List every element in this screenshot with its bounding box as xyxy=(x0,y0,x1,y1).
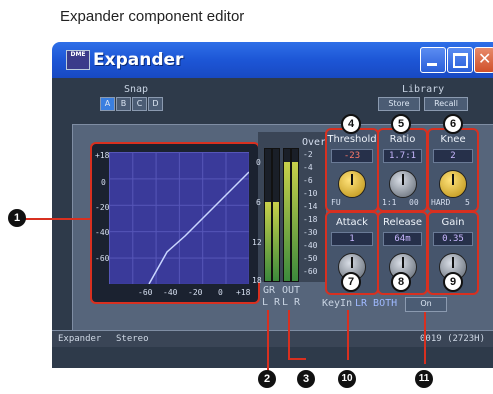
ratio-max-label: 00 xyxy=(409,198,419,207)
gr-lr-label: L R xyxy=(262,297,281,308)
callout-leader xyxy=(288,310,290,360)
ratio-knob[interactable] xyxy=(389,170,417,198)
knee-label: Knee xyxy=(440,134,466,145)
callout-leader xyxy=(424,312,426,364)
callout-2: 2 xyxy=(258,370,276,388)
callout-leader xyxy=(267,310,269,372)
graph-y-tick: 0 xyxy=(101,178,106,187)
callout-3: 3 xyxy=(297,370,315,388)
callout-4: 4 xyxy=(341,114,361,134)
transfer-curve-graph[interactable] xyxy=(109,152,249,284)
attack-label: Attack xyxy=(336,217,368,228)
snap-button-b[interactable]: B xyxy=(116,97,131,111)
threshold-knob[interactable] xyxy=(338,170,366,198)
graph-x-tick: 0 xyxy=(218,288,223,297)
knee-control: Knee 2 HARD 5 xyxy=(427,128,479,212)
threshold-label: Threshold xyxy=(327,134,377,145)
graph-x-tick: +18 xyxy=(236,288,251,297)
snap-label: Snap xyxy=(124,84,149,95)
snap-button-a[interactable]: A xyxy=(100,97,115,111)
threshold-min-label: FU xyxy=(331,198,341,207)
callout-9: 9 xyxy=(443,272,463,292)
callout-7: 7 xyxy=(341,272,361,292)
figure-caption: Expander component editor xyxy=(60,8,245,25)
out-scale-tick: -50 xyxy=(303,254,318,263)
app-logo-icon: DME xyxy=(66,50,90,70)
graph-y-tick: -40 xyxy=(95,228,110,237)
out-scale-tick: -60 xyxy=(303,267,318,276)
status-component: Expander xyxy=(58,334,102,344)
knee-max-label: 5 xyxy=(465,198,470,207)
ratio-label: Ratio xyxy=(389,134,416,145)
maximize-icon xyxy=(453,53,468,68)
out-lr-label: L R xyxy=(282,297,301,308)
gr-meter-l xyxy=(264,148,272,282)
maximize-button[interactable] xyxy=(447,47,473,73)
snap-button-d[interactable]: D xyxy=(148,97,163,111)
gr-label: GR xyxy=(263,285,276,296)
callout-5: 5 xyxy=(391,114,411,134)
gr-meter-r xyxy=(272,148,280,282)
graph-y-tick: -20 xyxy=(95,203,110,212)
callout-11: 11 xyxy=(415,370,433,388)
out-scale-tick: -40 xyxy=(303,241,318,250)
status-address: 0019 (2723H) xyxy=(420,334,486,344)
graph-x-tick: -40 xyxy=(163,288,178,297)
close-icon: ✕ xyxy=(478,49,492,68)
callout-leader xyxy=(18,218,90,220)
graph-x-tick: -20 xyxy=(188,288,203,297)
ratio-min-label: 1:1 xyxy=(382,198,397,207)
graph-y-tick: +18 xyxy=(95,151,110,160)
gain-value[interactable]: 0.35 xyxy=(433,232,473,246)
callout-leader xyxy=(347,310,349,360)
out-scale-tick: -30 xyxy=(303,228,318,237)
threshold-control: Threshold -23 FU xyxy=(325,128,379,212)
out-scale-tick: -10 xyxy=(303,189,318,198)
keyin-label: KeyIn xyxy=(322,298,353,309)
ratio-value[interactable]: 1.7:1 xyxy=(383,149,422,163)
out-scale-tick: -18 xyxy=(303,215,318,224)
keyin-on-button[interactable]: On xyxy=(405,297,447,312)
threshold-value[interactable]: -23 xyxy=(331,149,373,163)
out-meter-r xyxy=(291,148,299,282)
out-label: OUT xyxy=(282,285,301,296)
callout-10: 10 xyxy=(338,370,356,388)
store-button[interactable]: Store xyxy=(378,97,420,111)
callout-8: 8 xyxy=(391,272,411,292)
gr-scale-tick: 12 xyxy=(252,238,262,247)
snap-button-c[interactable]: C xyxy=(132,97,147,111)
transfer-curve-icon xyxy=(148,171,249,284)
out-scale-tick: -14 xyxy=(303,202,318,211)
gain-label: Gain xyxy=(441,217,465,228)
keyin-source-select[interactable]: LR BOTH xyxy=(355,298,397,309)
callout-leader xyxy=(288,358,306,360)
close-button[interactable]: ✕ xyxy=(474,47,493,73)
out-scale-tick: -4 xyxy=(303,163,313,172)
graph-x-tick: -60 xyxy=(138,288,153,297)
out-meter-l xyxy=(283,148,291,282)
minimize-button[interactable] xyxy=(420,47,446,73)
graph-y-tick: -60 xyxy=(95,254,110,263)
gr-scale-tick: 18 xyxy=(252,276,262,285)
ratio-control: Ratio 1.7:1 1:1 00 xyxy=(377,128,428,212)
minimize-icon xyxy=(427,63,437,66)
knee-knob[interactable] xyxy=(439,170,467,198)
callout-6: 6 xyxy=(443,114,463,134)
gr-scale-tick: 0 xyxy=(256,158,261,167)
library-label: Library xyxy=(402,84,445,95)
out-scale-tick: -6 xyxy=(303,176,313,185)
release-value[interactable]: 64m xyxy=(383,232,422,246)
attack-value[interactable]: 1 xyxy=(331,232,373,246)
callout-1: 1 xyxy=(8,209,26,227)
knee-value[interactable]: 2 xyxy=(433,149,473,163)
out-scale-tick: -2 xyxy=(303,150,313,159)
release-label: Release xyxy=(382,217,423,228)
window-title: Expander xyxy=(93,50,184,70)
gr-scale-tick: 6 xyxy=(256,198,261,207)
status-mode: Stereo xyxy=(116,334,149,344)
recall-button[interactable]: Recall xyxy=(424,97,468,111)
knee-min-label: HARD xyxy=(431,198,451,207)
over-label: Over xyxy=(302,137,327,148)
